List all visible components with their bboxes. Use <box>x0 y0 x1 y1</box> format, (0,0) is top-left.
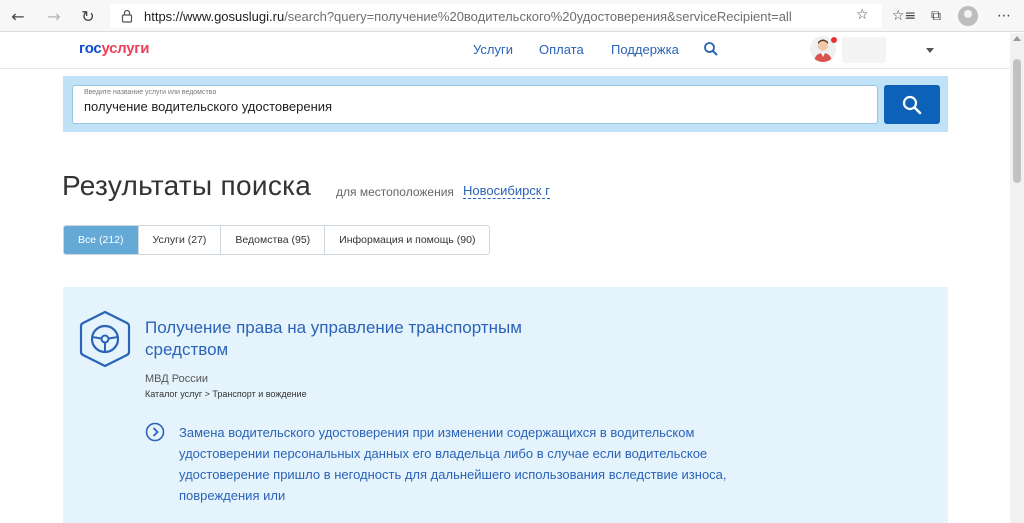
site-header: госуслуги Услуги Оплата Поддержка <box>0 33 1010 69</box>
favorites-icon[interactable]: ☆≡ <box>892 6 916 26</box>
scroll-thumb[interactable] <box>1013 59 1021 183</box>
steering-wheel-icon <box>79 310 131 368</box>
tab-departments[interactable]: Ведомства (95) <box>221 226 326 254</box>
more-icon[interactable]: ⋯ <box>994 6 1014 26</box>
star-icon[interactable]: ☆ <box>856 7 869 23</box>
result-title-link[interactable]: Получение права на управление транспортн… <box>145 317 575 361</box>
user-name[interactable] <box>842 37 886 63</box>
logo-part-uslugi: услуги <box>101 40 150 57</box>
url-path: /search?query=получение%20водительского%… <box>284 8 792 24</box>
result-tabs: Все (212) Услуги (27) Ведомства (95) Инф… <box>63 225 491 255</box>
search-icon <box>902 95 922 114</box>
tab-info-help[interactable]: Информация и помощь (90) <box>325 226 490 254</box>
result-catalog-path: Каталог услуг > Транспорт и вождение <box>145 389 307 399</box>
forward-icon[interactable]: → <box>44 6 64 26</box>
browser-toolbar: ← → ↻ https://www.gosuslugi.ru/search?qu… <box>0 0 1024 32</box>
refresh-icon[interactable]: ↻ <box>78 6 98 26</box>
notification-dot <box>831 37 837 43</box>
location-caption: для местоположения <box>336 185 454 199</box>
menu-support[interactable]: Поддержка <box>611 42 679 57</box>
location-link[interactable]: Новосибирск г <box>463 184 550 199</box>
search-icon[interactable] <box>703 41 719 57</box>
tab-services[interactable]: Услуги (27) <box>138 226 222 254</box>
logo-part-gos: гос <box>79 40 102 57</box>
search-input[interactable]: Введите название услуги или ведомства по… <box>72 85 878 124</box>
search-button[interactable] <box>884 85 940 124</box>
menu-payment[interactable]: Оплата <box>539 42 584 57</box>
tab-all[interactable]: Все (212) <box>64 226 139 254</box>
menu-services[interactable]: Услуги <box>473 42 513 57</box>
result-department: МВД России <box>145 373 209 385</box>
search-input-label: Введите название услуги или ведомства <box>84 89 217 96</box>
url-host: https://www.gosuslugi.ru <box>144 8 285 24</box>
search-input-value[interactable]: получение водительского удостоверения <box>84 99 332 114</box>
search-panel: Введите название услуги или ведомства по… <box>63 76 948 132</box>
page-title: Результаты поиска <box>62 170 312 201</box>
collections-icon[interactable]: ⧉ <box>926 6 946 26</box>
chevron-right-circle-icon[interactable] <box>145 422 165 442</box>
gosuslugi-logo[interactable]: госуслуги <box>79 40 149 57</box>
sub-service-link[interactable]: Замена водительского удостоверения при и… <box>179 422 739 506</box>
chevron-down-icon[interactable] <box>926 48 934 53</box>
search-result-card: Получение права на управление транспортн… <box>63 287 948 523</box>
profile-icon[interactable] <box>958 6 978 26</box>
address-bar[interactable]: https://www.gosuslugi.ru/search?query=по… <box>110 4 882 28</box>
page-scrollbar[interactable] <box>1010 33 1024 523</box>
lock-icon[interactable] <box>120 9 134 23</box>
scroll-up-icon[interactable] <box>1013 36 1021 41</box>
back-icon[interactable]: ← <box>8 6 28 26</box>
